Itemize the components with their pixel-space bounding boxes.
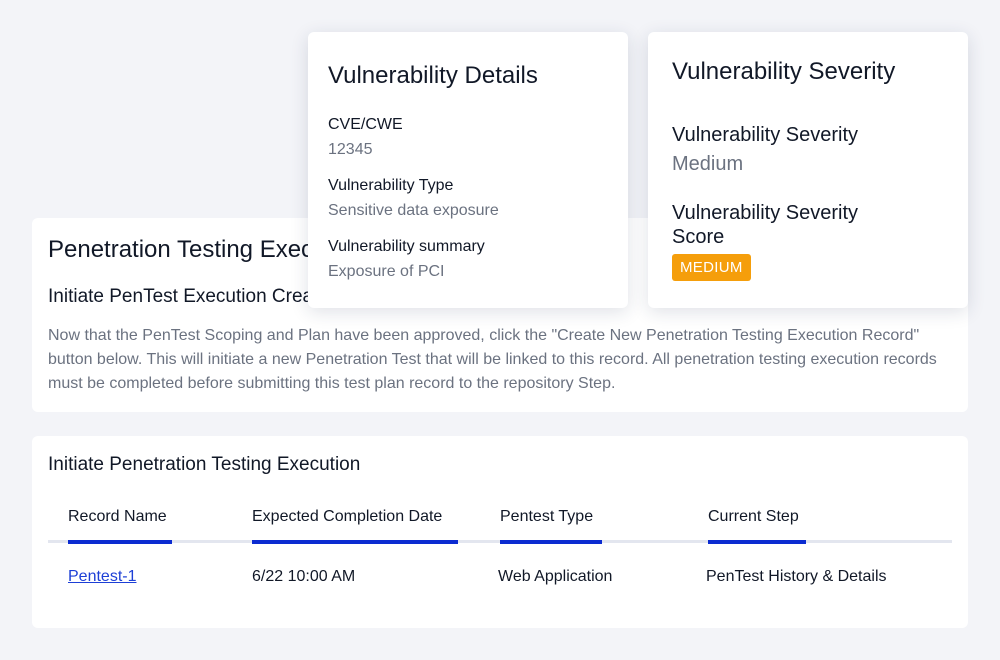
severity-score-badge: MEDIUM xyxy=(672,254,751,281)
vulnerability-type-label: Vulnerability Type xyxy=(328,177,454,194)
column-header-record-name[interactable]: Record Name xyxy=(68,508,167,526)
column-header-expected-completion-date[interactable]: Expected Completion Date xyxy=(252,508,442,526)
column-underline-record-name xyxy=(68,540,172,544)
column-underline-pentest-type xyxy=(500,540,602,544)
column-underline-expected-completion-date xyxy=(252,540,458,544)
vulnerability-severity-title: Vulnerability Severity xyxy=(672,58,896,85)
vulnerability-summary-label: Vulnerability summary xyxy=(328,238,485,255)
vulnerability-type-value: Sensitive data exposure xyxy=(328,202,499,219)
cve-cwe-label: CVE/CWE xyxy=(328,116,403,133)
expected-completion-date-cell: 6/22 10:00 AM xyxy=(252,568,356,585)
execution-table-panel: Initiate Penetration Testing Execution R… xyxy=(32,436,968,628)
column-header-pentest-type[interactable]: Pentest Type xyxy=(500,508,593,526)
pentest-type-cell: Web Application xyxy=(498,568,613,585)
severity-score-label: Vulnerability Severity Score xyxy=(672,202,859,248)
record-name-link[interactable]: Pentest-1 xyxy=(68,568,136,586)
vulnerability-details-card: Vulnerability Details CVE/CWE 12345 Vuln… xyxy=(308,32,628,308)
table-panel-title: Initiate Penetration Testing Execution xyxy=(48,454,361,475)
severity-label: Vulnerability Severity xyxy=(672,124,859,146)
execution-panel-subtitle: Initiate PenTest Execution Creation xyxy=(48,286,344,307)
vulnerability-details-title: Vulnerability Details xyxy=(328,62,538,89)
cve-cwe-value: 12345 xyxy=(328,141,373,158)
column-header-current-step[interactable]: Current Step xyxy=(708,508,799,526)
column-underline-current-step xyxy=(708,540,806,544)
severity-value: Medium xyxy=(672,153,744,175)
vulnerability-summary-value: Exposure of PCI xyxy=(328,263,445,280)
vulnerability-severity-card: Vulnerability Severity Vulnerability Sev… xyxy=(648,32,968,308)
current-step-cell: PenTest History & Details xyxy=(706,568,887,585)
execution-panel-description: Now that the PenTest Scoping and Plan ha… xyxy=(48,327,937,392)
